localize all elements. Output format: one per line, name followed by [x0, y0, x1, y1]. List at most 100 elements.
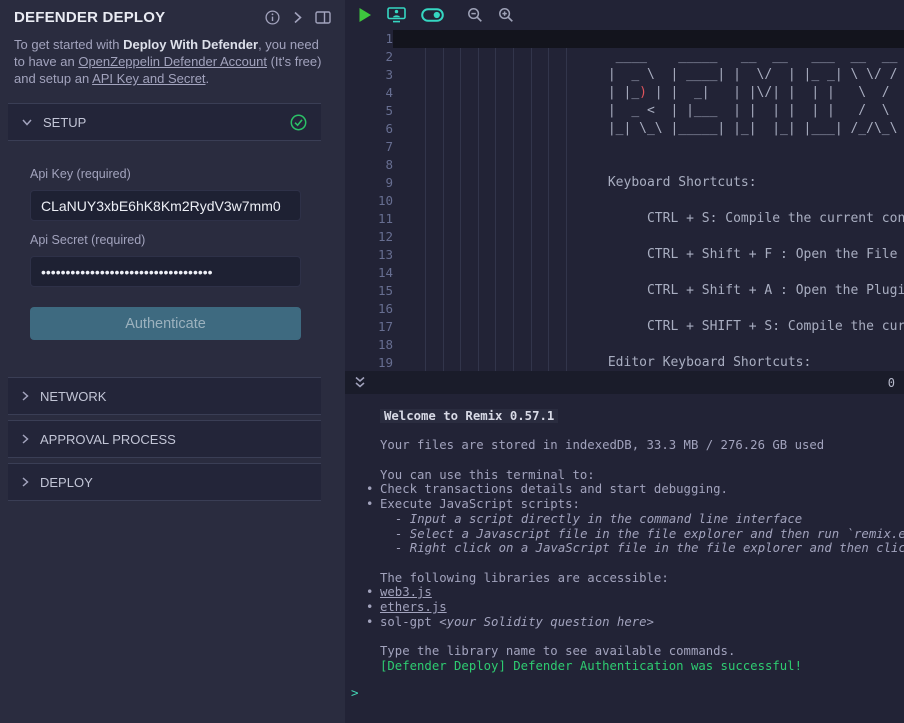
- editor-line[interactable]: 10: [345, 192, 904, 210]
- chevron-down-icon: [22, 119, 32, 126]
- line-number: 15: [345, 282, 393, 300]
- editor-toolbar: [345, 0, 904, 30]
- terminal-blank-line: [345, 424, 904, 439]
- api-secret-input[interactable]: [30, 256, 301, 287]
- line-number: 14: [345, 264, 393, 282]
- section-deploy[interactable]: DEPLOY: [8, 463, 321, 501]
- api-key-secret-link[interactable]: API Key and Secret: [92, 71, 205, 86]
- terminal-link[interactable]: web3.js: [380, 585, 432, 599]
- setup-form: Api Key (required) Api Secret (required)…: [0, 141, 345, 372]
- desc-bold: Deploy With Defender: [123, 37, 258, 52]
- editor-line[interactable]: 11 CTRL + S: Compile the current contrac…: [345, 210, 904, 228]
- panel-title: DEFENDER DEPLOY: [14, 9, 165, 26]
- editor-line[interactable]: 13 CTRL + Shift + F : Open the File Expl…: [345, 246, 904, 264]
- terminal-line: - Select a Javascript file in the file e…: [345, 527, 904, 542]
- terminal[interactable]: Welcome to Remix 0.57.1Your files are st…: [345, 394, 904, 723]
- check-circle-icon: [290, 114, 307, 131]
- api-key-label: Api Key (required): [30, 167, 301, 181]
- editor-line[interactable]: 16: [345, 300, 904, 318]
- terminal-text: Execute JavaScript scripts:: [380, 497, 580, 511]
- code-editor[interactable]: 12 ____ _____ __ __ ___ __ __3 | _ \ | _…: [345, 30, 904, 371]
- terminal-input[interactable]: >: [345, 686, 904, 701]
- editor-line[interactable]: 14: [345, 264, 904, 282]
- section-deploy-label: DEPLOY: [40, 475, 93, 490]
- panel-layout-icon[interactable]: [315, 11, 331, 24]
- terminal-line: - Right click on a JavaScript file in th…: [345, 541, 904, 556]
- api-secret-label: Api Secret (required): [30, 233, 301, 247]
- terminal-line: • web3.js: [345, 585, 904, 600]
- info-icon[interactable]: [265, 10, 280, 25]
- editor-line[interactable]: 3 | _ \ | ____| | \/ | |_ _| \ \/ /: [345, 66, 904, 84]
- editor-line[interactable]: 18: [345, 336, 904, 354]
- editor-line[interactable]: 5 | _ < | |___ | | | | | | / \: [345, 102, 904, 120]
- line-number: 13: [345, 246, 393, 264]
- terminal-text: Type the library name to see available c…: [380, 644, 735, 658]
- bullet-icon: •: [366, 585, 373, 600]
- api-key-input[interactable]: [30, 190, 301, 221]
- editor-line-text: Keyboard Shortcuts:: [393, 174, 904, 192]
- editor-line-text: [393, 300, 904, 318]
- terminal-text: Check transactions details and start deb…: [380, 482, 728, 496]
- panel-description: To get started with Deploy With Defender…: [14, 36, 331, 87]
- line-number: 11: [345, 210, 393, 228]
- editor-line-text: CTRL + Shift + F : Open the File Explore…: [393, 246, 904, 264]
- terminal-listen-count: 0: [888, 376, 895, 390]
- terminal-line: Welcome to Remix 0.57.1: [345, 409, 904, 424]
- editor-line-text: [393, 228, 904, 246]
- theme-toggle-icon[interactable]: [421, 8, 444, 22]
- line-number: 17: [345, 318, 393, 336]
- main-area: 12 ____ _____ __ __ ___ __ __3 | _ \ | _…: [345, 0, 904, 723]
- editor-line[interactable]: 17 CTRL + SHIFT + S: Compile the current…: [345, 318, 904, 336]
- section-approval-label: APPROVAL PROCESS: [40, 432, 176, 447]
- editor-line-text: [393, 336, 904, 354]
- editor-line[interactable]: 8: [345, 156, 904, 174]
- zoom-in-icon[interactable]: [498, 7, 514, 23]
- line-number: 12: [345, 228, 393, 246]
- section-setup-label: SETUP: [43, 115, 86, 130]
- section-network[interactable]: NETWORK: [8, 377, 321, 415]
- authenticate-button[interactable]: Authenticate: [30, 307, 301, 340]
- chevron-right-icon[interactable]: [293, 11, 302, 24]
- editor-line[interactable]: 12: [345, 228, 904, 246]
- editor-line[interactable]: 19 Editor Keyboard Shortcuts:: [345, 354, 904, 371]
- chevron-right-icon: [22, 434, 29, 444]
- terminal-line: • ethers.js: [345, 600, 904, 615]
- terminal-line: [Defender Deploy] Defender Authenticatio…: [345, 659, 904, 674]
- section-approval-process[interactable]: APPROVAL PROCESS: [8, 420, 321, 458]
- editor-line-text: [393, 264, 904, 282]
- run-script-icon[interactable]: [358, 7, 372, 23]
- terminal-expand-icon[interactable]: [354, 376, 366, 389]
- section-setup[interactable]: SETUP: [8, 103, 321, 141]
- bullet-icon: •: [366, 482, 373, 497]
- editor-line[interactable]: 4 | |_) | | _| | |\/| | | | \ /: [345, 84, 904, 102]
- terminal-text: The following libraries are accessible:: [380, 571, 669, 585]
- terminal-line: The following libraries are accessible:: [345, 571, 904, 586]
- line-number: 4: [345, 84, 393, 102]
- line-number: 19: [345, 354, 393, 371]
- editor-line-text: [393, 138, 904, 156]
- line-number: 10: [345, 192, 393, 210]
- bullet-icon: •: [366, 600, 373, 615]
- terminal-toolbar: 0: [345, 371, 904, 394]
- editor-line-text: |_| \_\ |_____| |_| |_| |___| /_/\_\: [393, 120, 904, 138]
- editor-line[interactable]: 1: [345, 30, 904, 48]
- terminal-blank-line: [345, 453, 904, 468]
- terminal-link[interactable]: ethers.js: [380, 600, 447, 614]
- editor-line[interactable]: 6 |_| \_\ |_____| |_| |_| |___| /_/\_\: [345, 120, 904, 138]
- remixd-connect-icon[interactable]: [387, 7, 406, 23]
- zoom-out-icon[interactable]: [467, 7, 483, 23]
- terminal-text: You can use this terminal to:: [380, 468, 595, 482]
- line-number: 8: [345, 156, 393, 174]
- editor-line[interactable]: 7: [345, 138, 904, 156]
- editor-line[interactable]: 9 Keyboard Shortcuts:: [345, 174, 904, 192]
- editor-line[interactable]: 2 ____ _____ __ __ ___ __ __: [345, 48, 904, 66]
- bullet-icon: •: [366, 497, 373, 512]
- terminal-line: • Execute JavaScript scripts:: [345, 497, 904, 512]
- line-number: 5: [345, 102, 393, 120]
- terminal-text: sol-gpt: [380, 615, 439, 629]
- editor-line[interactable]: 15 CTRL + Shift + A : Open the Plugin Ma…: [345, 282, 904, 300]
- editor-line-text: | _ < | |___ | | | | | | / \: [393, 102, 904, 120]
- defender-account-link[interactable]: OpenZeppelin Defender Account: [78, 54, 267, 69]
- line-number: 18: [345, 336, 393, 354]
- editor-line-text: [393, 30, 904, 48]
